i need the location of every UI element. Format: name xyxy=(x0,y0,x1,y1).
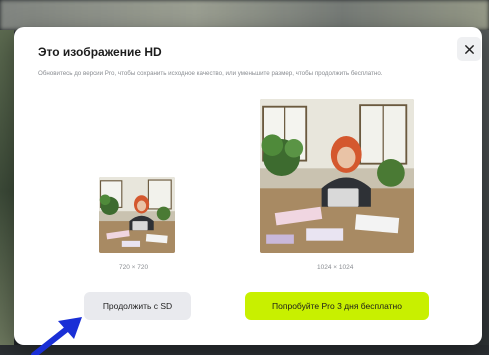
sd-preview-image xyxy=(99,177,175,253)
background-blur-left xyxy=(0,30,14,353)
sd-resolution-label: 720 × 720 xyxy=(119,264,149,271)
hd-resolution-label: 1024 × 1024 xyxy=(317,264,354,271)
pointer-arrow-icon xyxy=(31,317,82,355)
dialog-subtitle: Обновитесь до версии Pro, чтобы сохранит… xyxy=(38,70,383,77)
close-icon xyxy=(464,44,474,54)
try-pro-button[interactable]: Попробуйте Pro 3 дня бесплатно xyxy=(245,292,429,320)
close-button[interactable] xyxy=(457,37,481,61)
hd-preview-image xyxy=(260,99,414,253)
dialog-title: Это изображение HD xyxy=(38,45,162,59)
continue-sd-button[interactable]: Продолжить с SD xyxy=(84,292,191,320)
background-blur-top xyxy=(0,0,489,30)
hd-image-dialog: Это изображение HD Обновитесь до версии … xyxy=(14,27,482,345)
